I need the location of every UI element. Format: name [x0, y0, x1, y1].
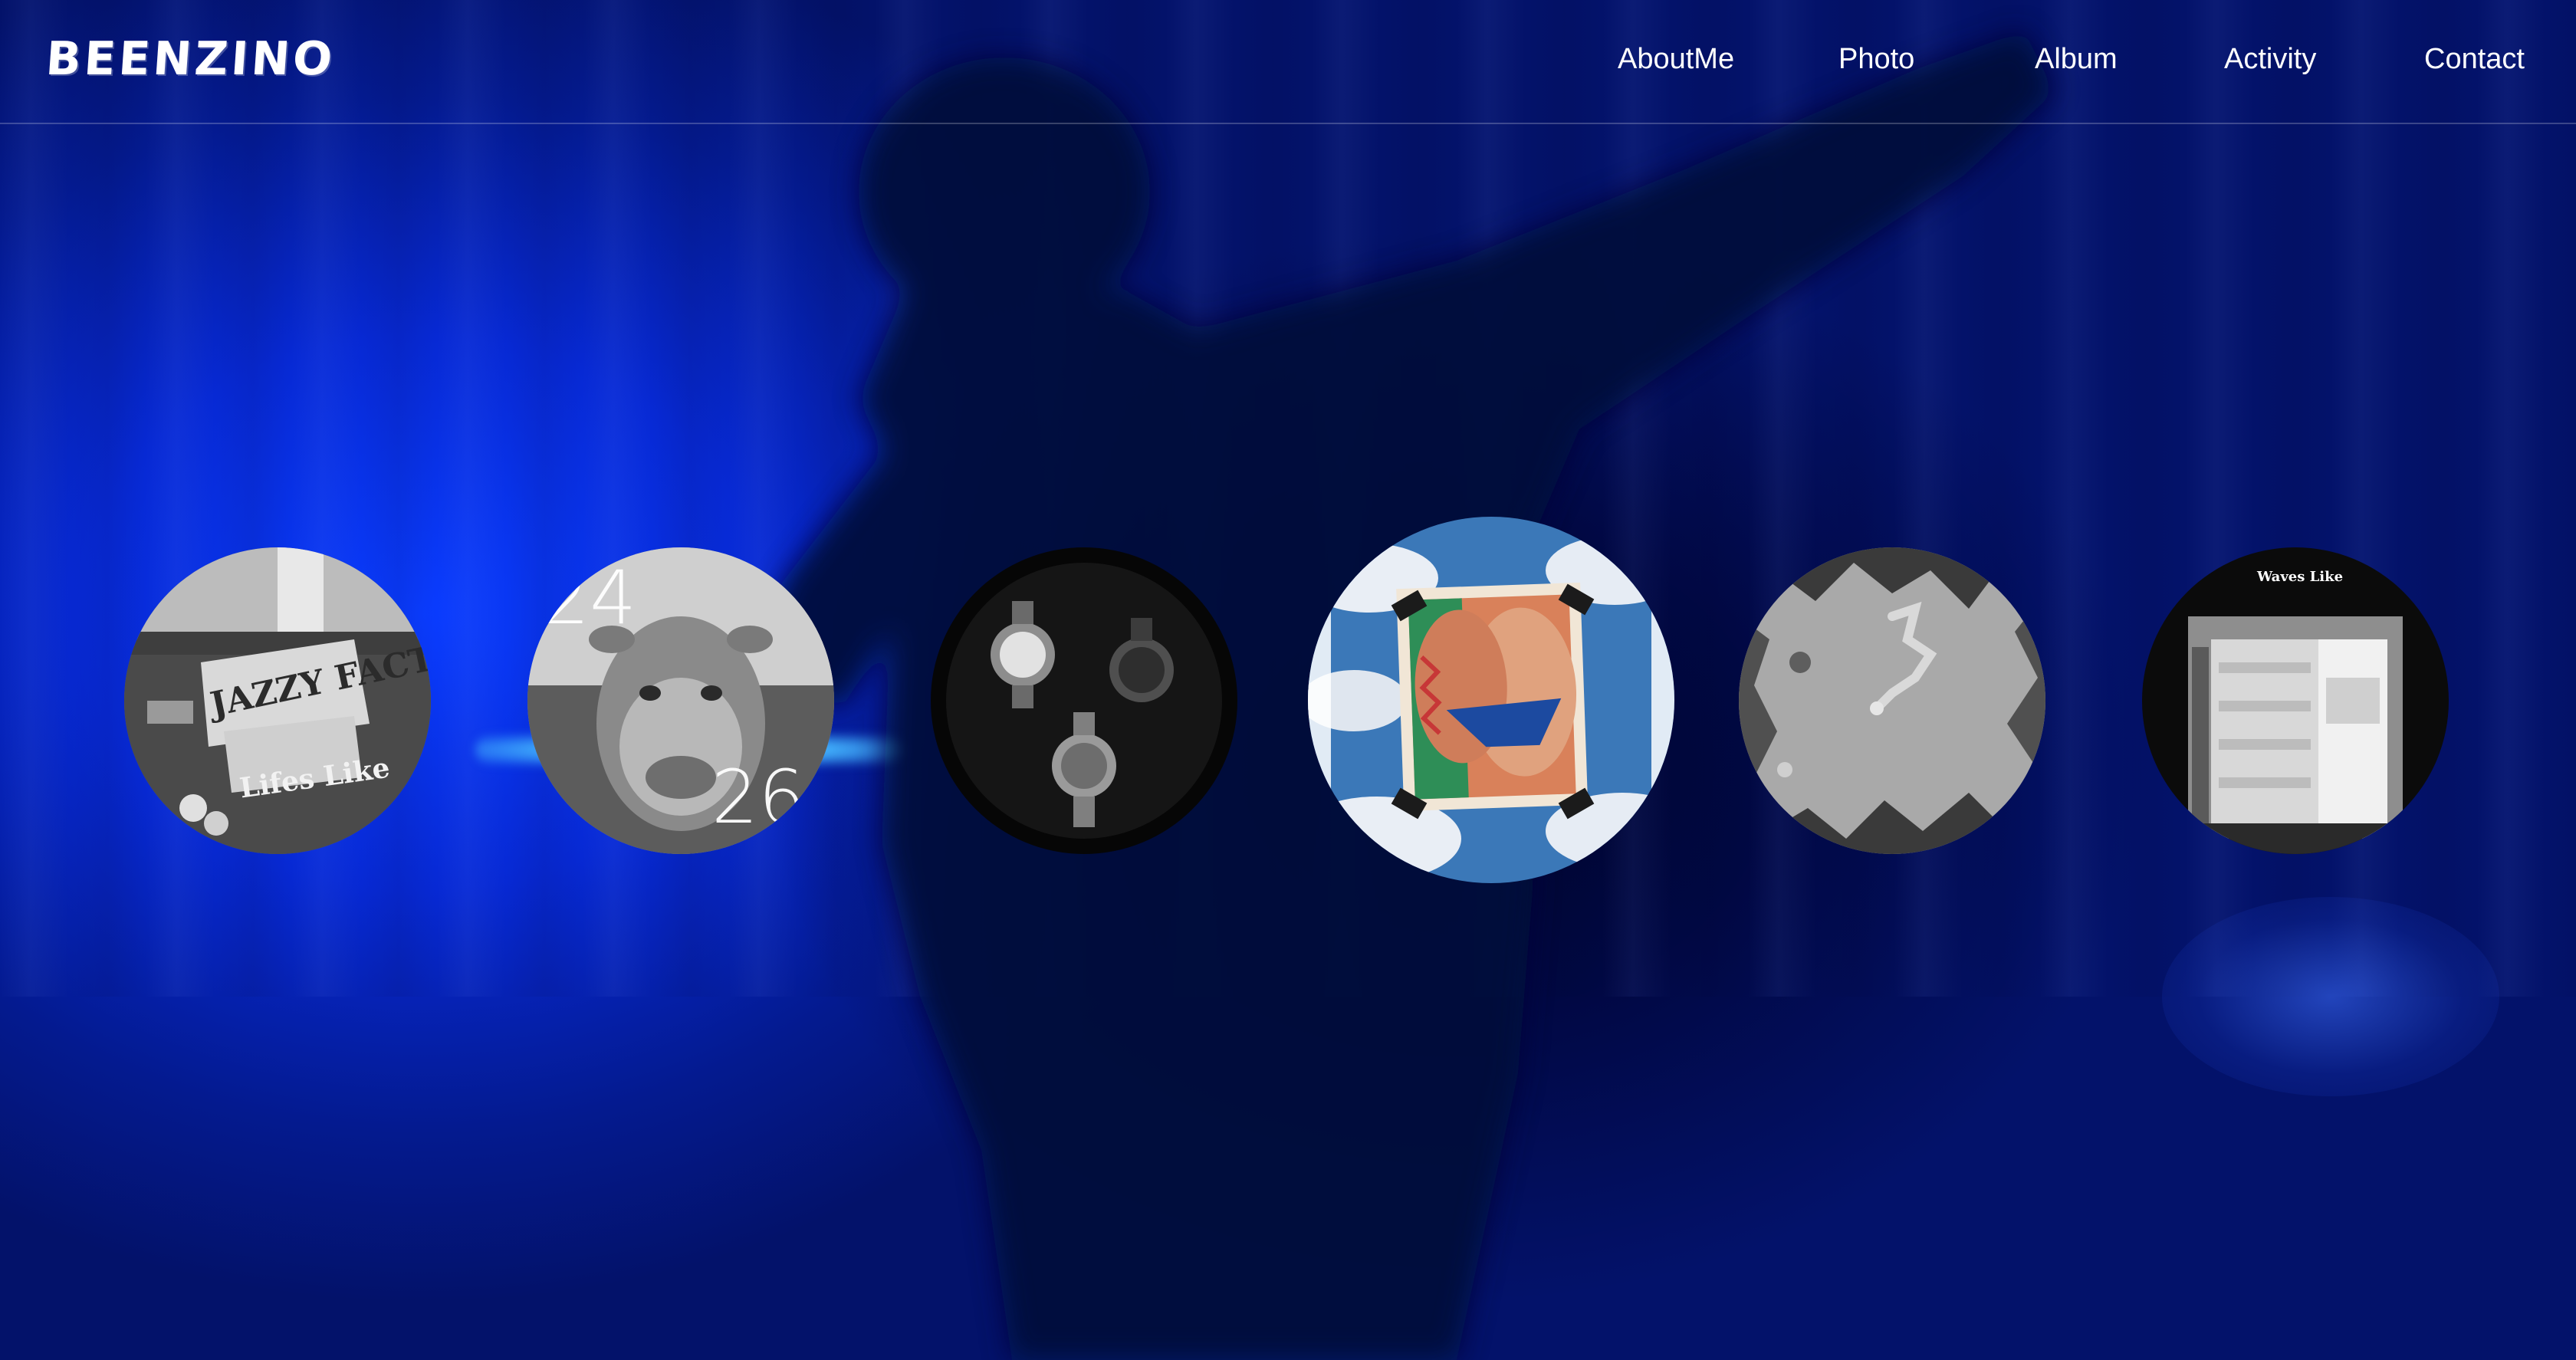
album-cover-3[interactable]: [931, 547, 1237, 854]
hero-background: BEENZINO AboutMe Photo Album Activity Co…: [0, 0, 2576, 1360]
album-cover-1[interactable]: JAZZY FACT Lifes Like: [124, 547, 431, 854]
album-2-number-top: 24: [543, 555, 637, 641]
album-cover-5[interactable]: [1739, 547, 2045, 854]
main-nav: AboutMe Photo Album Activity Contact: [1595, 40, 2576, 86]
site-logo[interactable]: BEENZINO: [44, 32, 337, 86]
nav-link-contact[interactable]: Contact: [2424, 40, 2525, 78]
nav-link-album[interactable]: Album: [2035, 40, 2118, 78]
album-2-number-bottom: 26: [711, 754, 806, 840]
album-6-title: Waves Like: [2257, 569, 2344, 585]
album-cover-2[interactable]: 24 26: [527, 547, 834, 854]
album-cover-6[interactable]: Waves Like: [2142, 547, 2449, 854]
nav-link-photo[interactable]: Photo: [1838, 40, 1914, 78]
album-cover-4-active[interactable]: [1308, 517, 1674, 883]
building-cover-image: [2142, 547, 2449, 854]
watches-cover-image: [931, 547, 1237, 854]
site-header: BEENZINO AboutMe Photo Album Activity Co…: [0, 0, 2576, 124]
nav-link-aboutme[interactable]: AboutMe: [1618, 40, 1734, 78]
island-map-cover-image: [1739, 547, 2045, 854]
nav-link-activity[interactable]: Activity: [2224, 40, 2316, 78]
painting-cover-image: [1308, 517, 1674, 883]
